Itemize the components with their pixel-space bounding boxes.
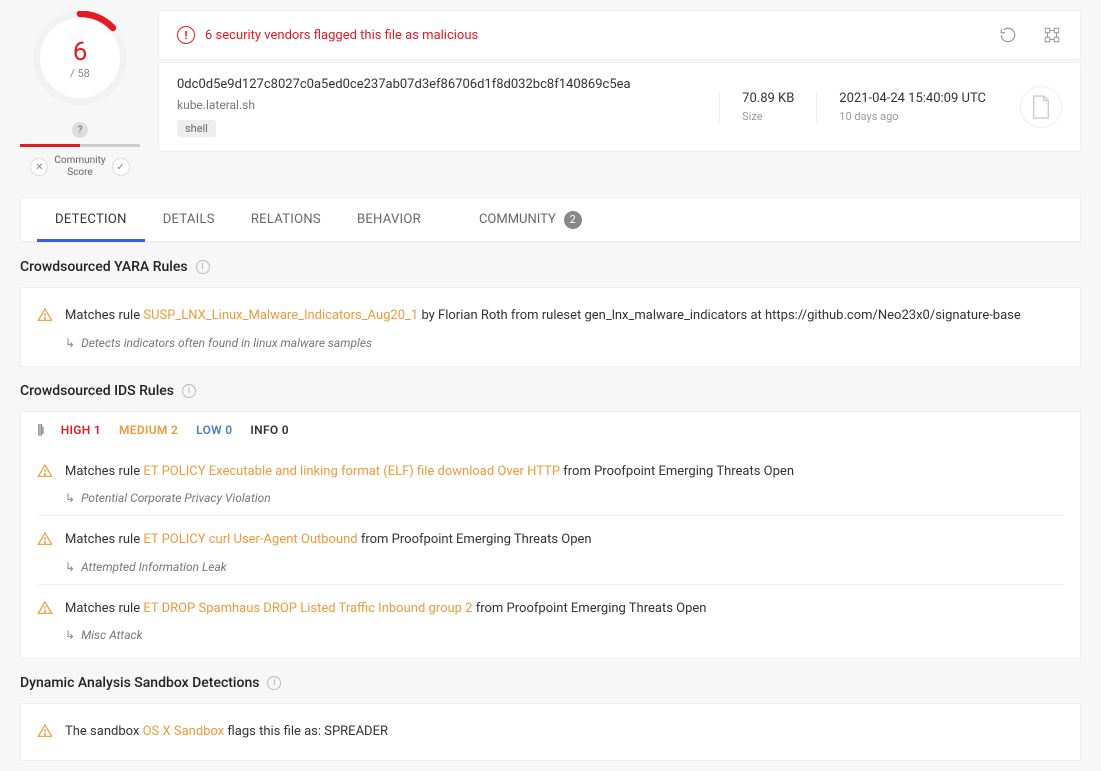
reanalyze-icon[interactable] <box>998 25 1018 45</box>
severity-low[interactable]: LOW 0 <box>196 423 232 437</box>
tab-community[interactable]: COMMUNITY 2 <box>479 211 582 229</box>
ids-rule-list: Matches rule ET POLICY Executable and li… <box>20 448 1081 660</box>
sandbox-link[interactable]: OS X Sandbox <box>143 724 225 739</box>
file-size: 70.89 KB <box>742 91 794 106</box>
yara-rule-link[interactable]: SUSP_LNX_Linux_Malware_Indicators_Aug20_… <box>143 308 418 323</box>
tab-relations[interactable]: RELATIONS <box>233 198 339 241</box>
tab-detection[interactable]: DETECTION <box>37 198 145 241</box>
ids-rule-text: Matches rule ET POLICY Executable and li… <box>65 462 794 482</box>
ids-section-title: Crowdsourced IDS Rules i <box>20 367 1081 411</box>
community-count-badge: 2 <box>564 211 582 229</box>
file-date: 2021-04-24 15:40:09 UTC <box>839 91 986 106</box>
warning-icon <box>37 531 53 547</box>
ids-rule-desc: ↳Attempted Information Leak <box>37 556 1064 578</box>
info-icon[interactable]: i <box>196 260 210 274</box>
tab-details[interactable]: DETAILS <box>145 198 233 241</box>
sub-arrow-icon: ↳ <box>65 628 75 642</box>
help-icon[interactable]: ? <box>72 122 88 138</box>
yara-rule-card: Matches rule SUSP_LNX_Linux_Malware_Indi… <box>20 287 1081 367</box>
file-type-tag: shell <box>177 120 216 137</box>
file-hash: 0dc0d5e9d127c8027c0a5ed0ce237ab07d3ef867… <box>177 77 719 92</box>
sub-arrow-icon: ↳ <box>65 560 75 574</box>
info-icon[interactable]: i <box>267 676 281 690</box>
severity-medium[interactable]: MEDIUM 2 <box>119 423 178 437</box>
sandbox-text: The sandbox OS X Sandbox flags this file… <box>65 722 388 742</box>
ids-rule-link[interactable]: ET POLICY Executable and linking format … <box>143 464 560 479</box>
bars-icon: |||ı <box>37 422 43 438</box>
tab-behavior[interactable]: BEHAVIOR <box>339 198 439 241</box>
community-label: Community Score <box>54 155 105 179</box>
warning-icon <box>37 307 53 323</box>
sandbox-section-title: Dynamic Analysis Sandbox Detections i <box>20 659 1081 703</box>
file-date-relative: 10 days ago <box>839 110 986 123</box>
ids-rule-desc: ↳Potential Corporate Privacy Violation <box>37 487 1064 509</box>
yara-rule-text: Matches rule SUSP_LNX_Linux_Malware_Indi… <box>65 306 1021 326</box>
vote-up-button[interactable]: ✓ <box>112 158 130 176</box>
community-bar <box>20 144 140 147</box>
sandbox-card: The sandbox OS X Sandbox flags this file… <box>20 703 1081 761</box>
graph-icon[interactable] <box>1042 25 1062 45</box>
severity-bar: |||ı HIGH 1 MEDIUM 2 LOW 0 INFO 0 <box>20 411 1081 448</box>
file-summary: 0dc0d5e9d127c8027c0a5ed0ce237ab07d3ef867… <box>158 62 1081 152</box>
yara-section-title: Crowdsourced YARA Rules i <box>20 243 1081 287</box>
detection-score: 6 / 58 <box>40 18 120 98</box>
sub-arrow-icon: ↳ <box>65 336 75 350</box>
info-icon[interactable]: i <box>182 384 196 398</box>
flag-text: 6 security vendors flagged this file as … <box>205 28 478 43</box>
community-score: ? ✕ Community Score ✓ <box>20 122 140 179</box>
warning-icon <box>37 463 53 479</box>
alert-icon: ! <box>177 26 195 44</box>
sub-arrow-icon: ↳ <box>65 491 75 505</box>
file-name: kube.lateral.sh <box>177 98 719 112</box>
file-type-icon <box>1020 86 1062 128</box>
ids-rule-text: Matches rule ET DROP Spamhaus DROP Liste… <box>65 599 706 619</box>
ids-rule-text: Matches rule ET POLICY curl User-Agent O… <box>65 530 592 550</box>
yara-rule-desc: ↳ Detects indicators often found in linu… <box>37 332 1064 354</box>
tab-bar: DETECTION DETAILS RELATIONS BEHAVIOR COM… <box>21 198 1080 242</box>
file-size-label: Size <box>742 110 794 123</box>
warning-icon <box>37 600 53 616</box>
ids-rule-link[interactable]: ET DROP Spamhaus DROP Listed Traffic Inb… <box>143 601 472 616</box>
score-arc <box>33 11 127 105</box>
flag-banner: ! 6 security vendors flagged this file a… <box>158 10 1081 60</box>
warning-icon <box>37 723 53 739</box>
ids-rule-desc: ↳Misc Attack <box>37 624 1064 646</box>
severity-high[interactable]: HIGH 1 <box>61 423 101 437</box>
vote-down-button[interactable]: ✕ <box>30 158 48 176</box>
severity-info[interactable]: INFO 0 <box>250 423 288 437</box>
ids-rule-link[interactable]: ET POLICY curl User-Agent Outbound <box>143 532 357 547</box>
